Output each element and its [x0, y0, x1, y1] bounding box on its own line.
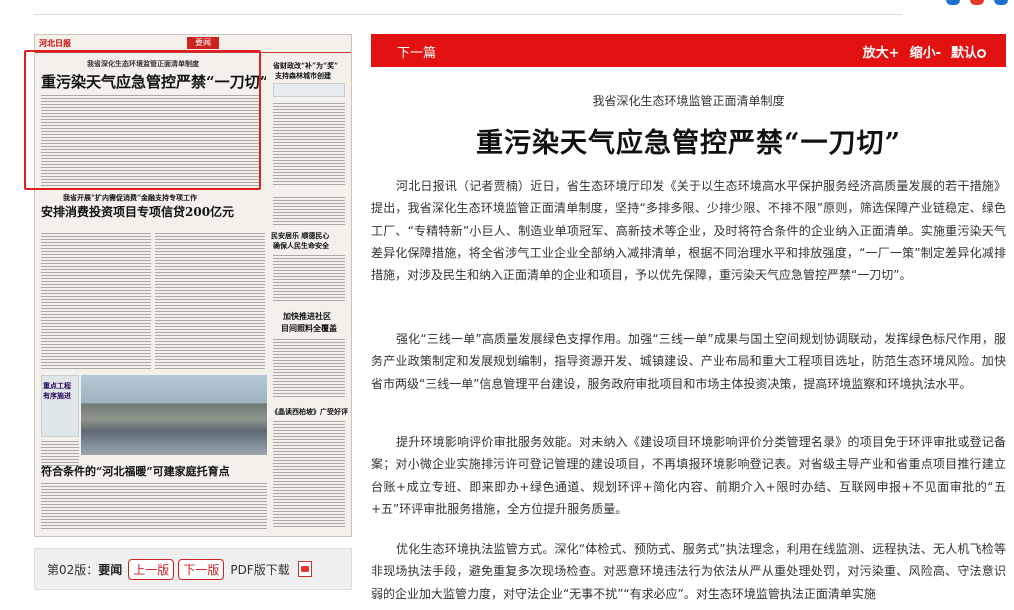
page-navigation: 第02版： 要闻 上一版 下一版 PDF版下载	[34, 548, 352, 590]
thumb-headline[interactable]: 符合条件的“河北福暖”可建家庭托育点	[41, 463, 267, 479]
thumb-headline[interactable]: 目间照料全覆盖	[281, 323, 337, 334]
top-divider	[34, 14, 902, 15]
thumb-text-block	[41, 231, 151, 371]
thumb-photo	[81, 375, 267, 455]
thumb-text-block	[273, 337, 345, 397]
thumbnail-logo: 河北日报	[39, 38, 71, 48]
default-size-button[interactable]: 默认	[951, 42, 986, 61]
thumb-box	[273, 83, 345, 97]
article-subtitle: 我省深化生态环境监管正面清单制度	[592, 94, 785, 108]
share-icon[interactable]	[970, 0, 984, 5]
next-article-link[interactable]: 下一篇	[397, 42, 436, 61]
article-paragraph: 河北日报讯（记者贾楠）近日，省生态环境厅印发《关于以生态环境高水平保护服务经济高…	[371, 179, 1006, 283]
selected-article-highlight[interactable]	[24, 50, 261, 190]
article-toolbar: 下一篇 放大+ 缩小- 默认	[371, 34, 1006, 67]
thumbnail-section-tag: 要闻	[187, 37, 219, 49]
thumb-text-block	[155, 231, 265, 371]
thumb-headline[interactable]: 确保人民生命安全	[273, 241, 329, 251]
article-title: 重污染天气应急管控严禁“一刀切”	[475, 128, 902, 159]
thumb-text-block	[273, 419, 345, 529]
thumb-headline[interactable]: 省财政改“补”为“奖”	[273, 61, 338, 71]
pdf-download-link[interactable]: PDF版下载	[230, 561, 289, 578]
thumb-headline[interactable]: 加快推进社区	[283, 311, 331, 322]
thumb-headline[interactable]: 重点工程	[43, 381, 71, 391]
prev-page-button[interactable]: 上一版	[128, 558, 175, 580]
zoom-in-button[interactable]: 放大+	[863, 42, 900, 61]
share-icon[interactable]	[946, 0, 960, 5]
page-section-name: 要闻	[98, 562, 123, 577]
thumb-text-block	[273, 101, 345, 187]
article-paragraph: 强化“三线一单”高质量发展绿色支撑作用。加强“三线一单”成果与国土空间规划协调联…	[371, 332, 1006, 391]
pdf-icon[interactable]	[297, 561, 312, 577]
thumb-headline[interactable]: 支持森林城市创建	[275, 71, 331, 81]
thumb-headline[interactable]: 有序施进	[43, 391, 71, 401]
next-page-button[interactable]: 下一版	[178, 558, 225, 580]
thumb-text-block	[273, 195, 345, 225]
thumb-headline[interactable]: 我省开展“扩内需促消费”金融支持专项工作	[63, 193, 197, 203]
default-size-label: 默认	[950, 46, 977, 61]
article-paragraph: 优化生态环境执法监管方式。深化“体检式、预防式、服务式”执法理念，利用在线监测、…	[371, 542, 1006, 601]
share-icon[interactable]	[994, 0, 1008, 5]
thumb-headline[interactable]: 安排消费投资项目专项信贷200亿元	[41, 203, 267, 220]
page-number-label: 第02版：	[47, 562, 99, 577]
article-paragraph: 提升环境影响评价审批服务效能。对未纳入《建设项目环境影响评价分类管理名录》的项目…	[371, 435, 1006, 516]
font-size-controls: 放大+ 缩小- 默认	[863, 42, 986, 61]
circle-icon	[977, 49, 986, 58]
thumb-headline[interactable]: 《晶读西柏坡》广受好评	[271, 407, 348, 417]
top-share-icons	[946, 0, 1008, 5]
thumb-headline[interactable]: 民安居乐 顺德民心	[271, 231, 329, 241]
thumb-text-block	[273, 253, 345, 303]
zoom-out-button[interactable]: 缩小-	[910, 42, 941, 61]
thumb-text-block	[41, 481, 267, 531]
